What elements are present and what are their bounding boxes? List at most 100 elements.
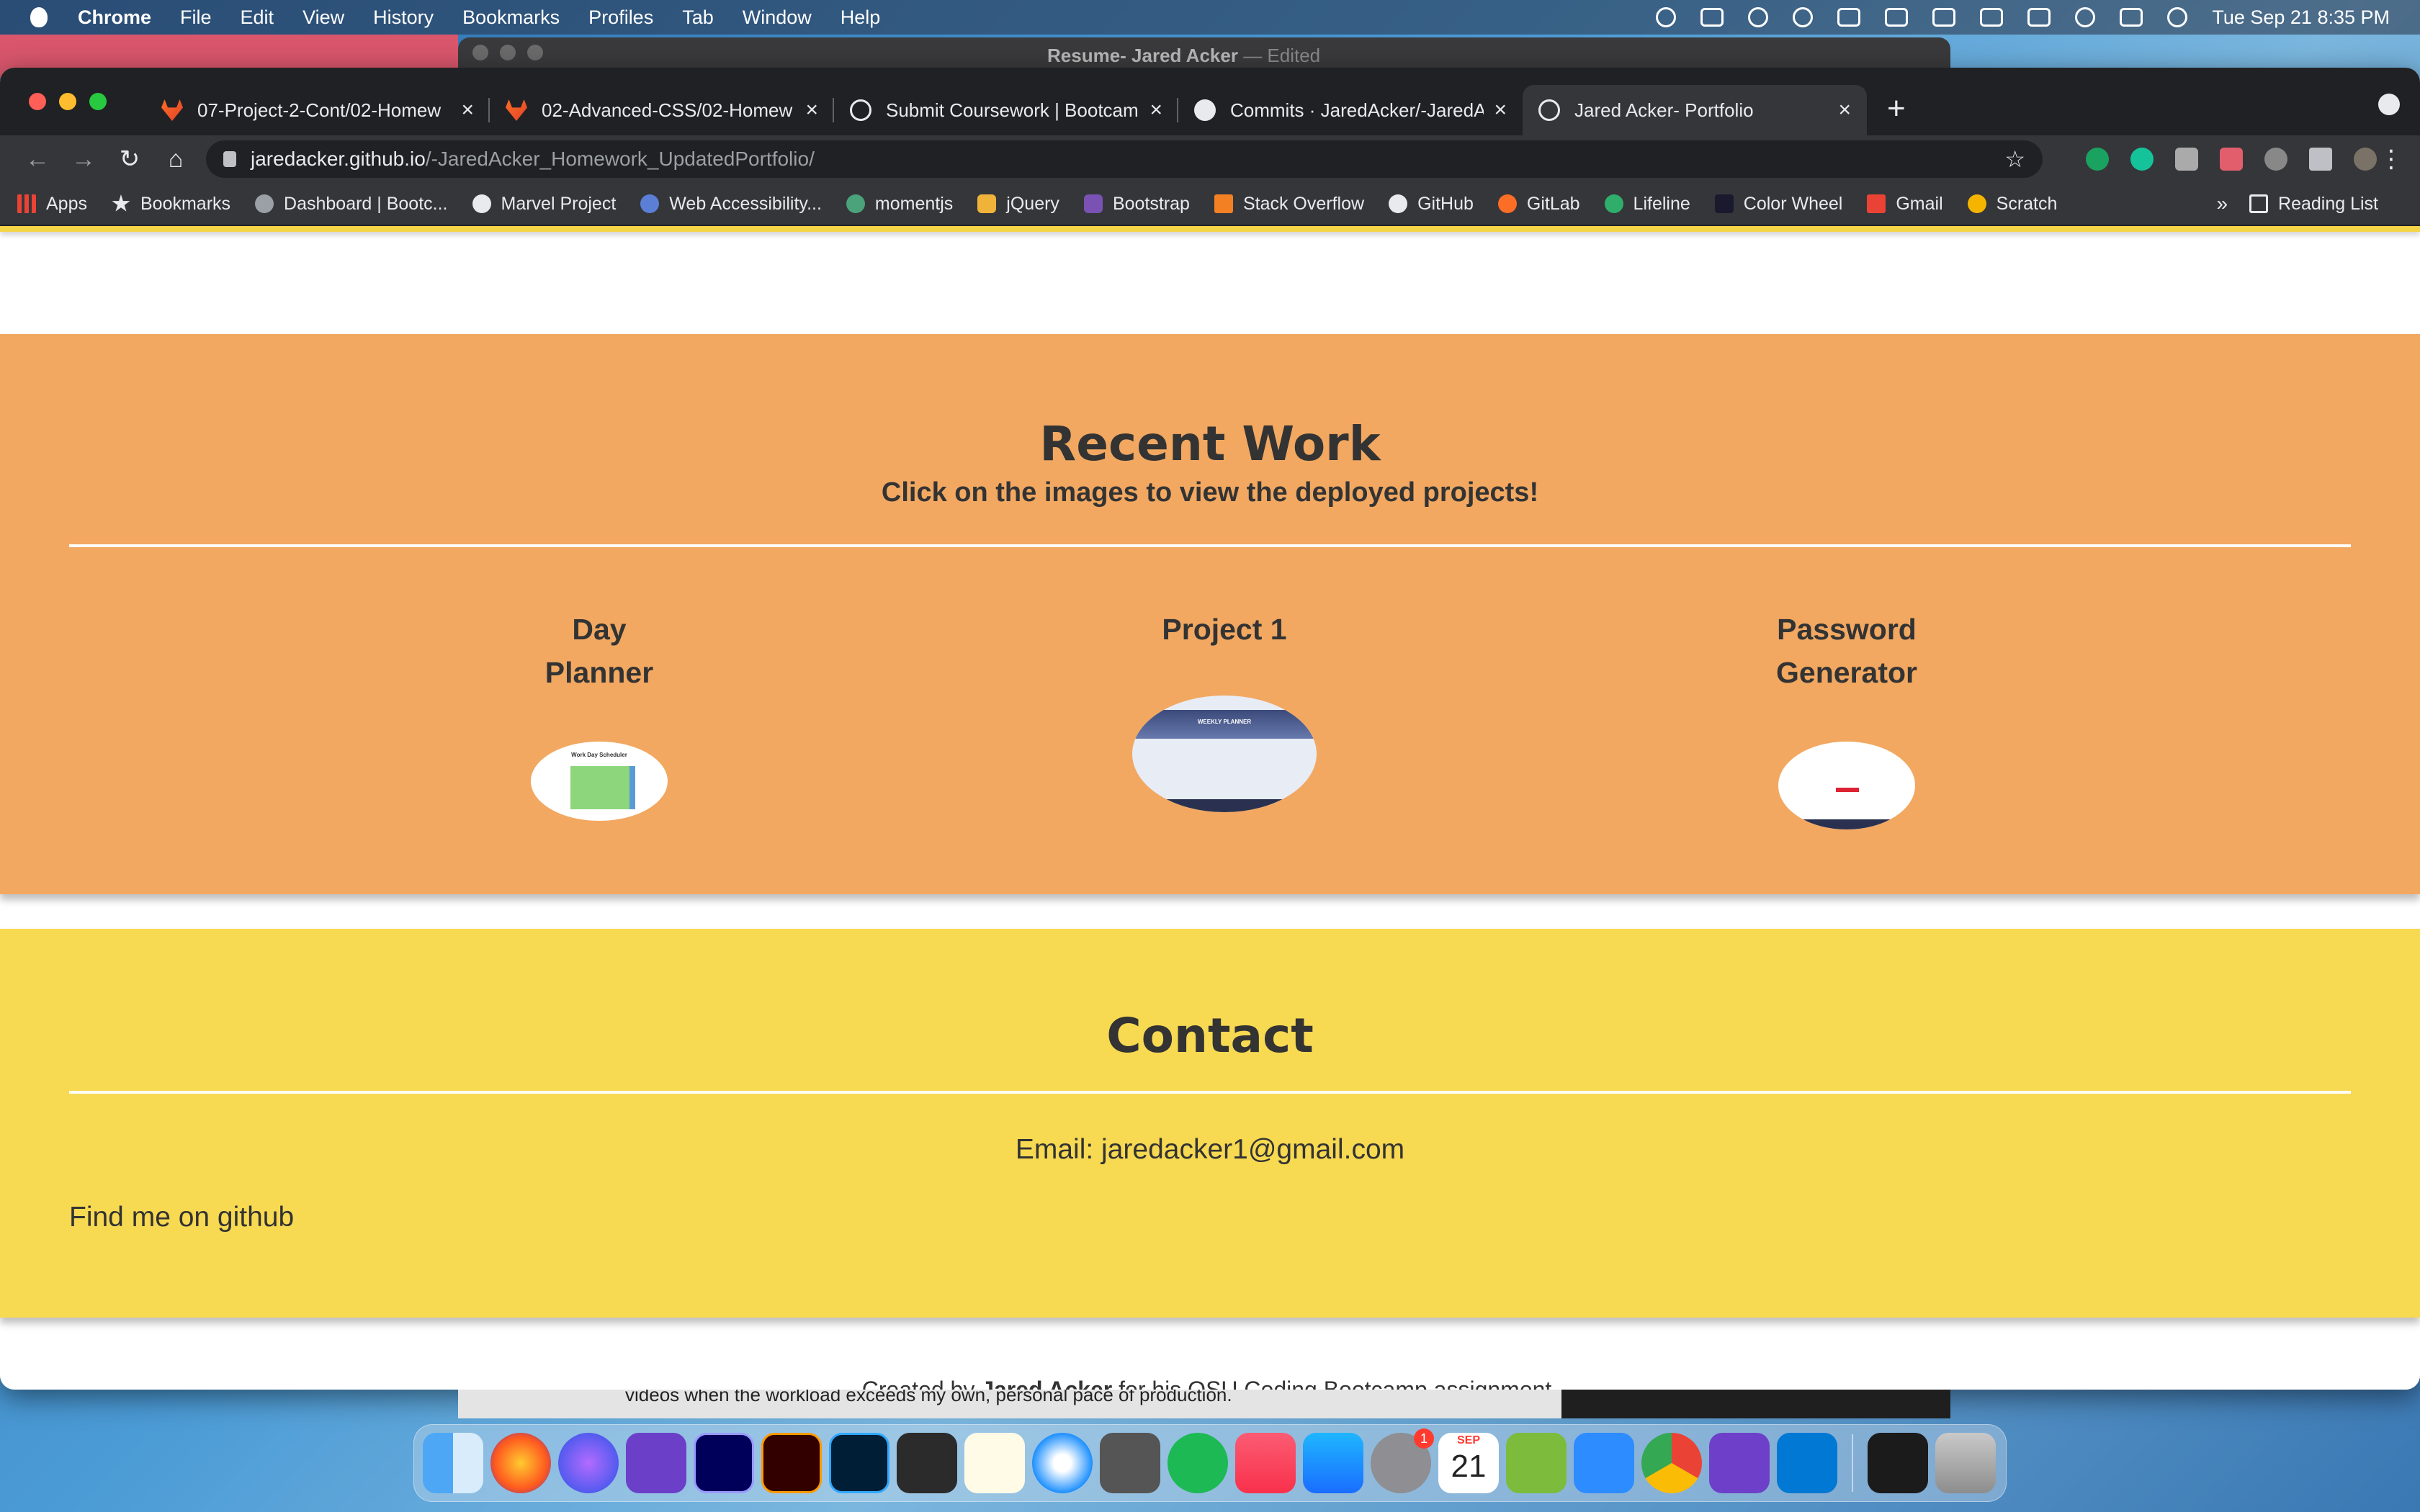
- browser-tab-active[interactable]: Jared Acker- Portfolio ×: [1523, 85, 1867, 135]
- bookmark-folder[interactable]: Bookmarks: [112, 194, 230, 215]
- zoom-icon[interactable]: [1574, 1433, 1634, 1493]
- illustrator-icon[interactable]: [761, 1433, 822, 1493]
- day-planner-thumbnail-link[interactable]: Work Day Scheduler: [531, 742, 668, 821]
- chrome-menu-icon[interactable]: ⋮: [2377, 145, 2406, 174]
- minimize-window-button[interactable]: [59, 93, 76, 110]
- bookmark-item[interactable]: Web Accessibility...: [640, 194, 822, 215]
- wave-extension-icon[interactable]: [2264, 148, 2287, 171]
- spotlight-search-icon[interactable]: [2075, 7, 2096, 27]
- menu-history[interactable]: History: [373, 6, 434, 29]
- github-desktop-icon[interactable]: [1709, 1433, 1770, 1493]
- app-store-icon[interactable]: [1303, 1433, 1363, 1493]
- extension-red-icon[interactable]: [2220, 148, 2243, 171]
- vscode-icon[interactable]: [1777, 1433, 1837, 1493]
- battery-icon[interactable]: [1932, 8, 1956, 27]
- reload-icon[interactable]: ↻: [107, 145, 153, 174]
- menu-view[interactable]: View: [302, 6, 344, 29]
- bookmark-item[interactable]: Stack Overflow: [1214, 194, 1364, 215]
- back-arrow-icon[interactable]: ←: [14, 145, 60, 174]
- bookmark-star-icon[interactable]: ☆: [2004, 145, 2025, 173]
- gitlab-icon: [1497, 194, 1517, 213]
- menu-window[interactable]: Window: [743, 6, 812, 29]
- disk-utility-icon[interactable]: [1100, 1433, 1160, 1493]
- menu-edit[interactable]: Edit: [241, 6, 274, 29]
- apple-menu-icon[interactable]: [30, 7, 48, 27]
- video-editor-icon[interactable]: [1506, 1433, 1567, 1493]
- bookmark-item[interactable]: Dashboard | Bootc...: [255, 194, 448, 215]
- control-center-icon[interactable]: [2120, 8, 2143, 27]
- bookmark-item[interactable]: Marvel Project: [472, 194, 616, 215]
- lightroom-icon[interactable]: [829, 1433, 889, 1493]
- close-tab-icon[interactable]: ×: [1150, 98, 1162, 122]
- bookmark-item[interactable]: Color Wheel: [1714, 194, 1842, 215]
- calendar-icon[interactable]: SEP 21: [1438, 1433, 1499, 1493]
- bookmark-item[interactable]: Bootstrap: [1083, 194, 1190, 215]
- app-menu-chrome[interactable]: Chrome: [78, 6, 151, 29]
- bluetooth-icon[interactable]: [1885, 8, 1909, 27]
- siri-icon[interactable]: [2167, 7, 2188, 27]
- wifi-icon[interactable]: [1980, 8, 2004, 27]
- drive-icon[interactable]: [1656, 7, 1677, 27]
- home-icon[interactable]: ⌂: [153, 145, 199, 174]
- contact-section: Contact Email: jaredacker1@gmail.com Fin…: [0, 929, 2420, 1318]
- close-tab-icon[interactable]: ×: [1494, 98, 1507, 122]
- accessibility-icon[interactable]: [1793, 7, 1814, 27]
- bookmark-item[interactable]: Scratch: [1967, 194, 2057, 215]
- trash-icon[interactable]: [1935, 1433, 1996, 1493]
- premiere-pro-icon[interactable]: [694, 1433, 754, 1493]
- lock-icon[interactable]: [223, 151, 236, 167]
- password-generator-thumbnail-link[interactable]: [1778, 742, 1915, 829]
- more-bookmarks-button[interactable]: »: [2216, 192, 2228, 215]
- browser-tab[interactable]: 02-Advanced-CSS/02-Homew ×: [490, 85, 834, 135]
- firefox-icon[interactable]: [490, 1433, 551, 1493]
- menu-help[interactable]: Help: [841, 6, 881, 29]
- close-tab-icon[interactable]: ×: [1838, 98, 1851, 122]
- grammarly-icon[interactable]: [2130, 148, 2154, 171]
- project-1-thumbnail-link[interactable]: WEEKLY PLANNER: [1132, 696, 1317, 812]
- extensions-puzzle-icon[interactable]: [2309, 148, 2332, 171]
- bookmark-apps[interactable]: Apps: [17, 194, 87, 215]
- bookmark-item[interactable]: GitHub: [1389, 194, 1474, 215]
- bookmark-item[interactable]: Gmail: [1867, 194, 1943, 215]
- finder-icon[interactable]: [423, 1433, 483, 1493]
- new-tab-button[interactable]: +: [1887, 91, 1906, 127]
- affinity-photo-icon[interactable]: [626, 1433, 686, 1493]
- menu-file[interactable]: File: [180, 6, 212, 29]
- chrome-icon[interactable]: [1641, 1433, 1702, 1493]
- menu-tab[interactable]: Tab: [682, 6, 714, 29]
- play-icon[interactable]: [1748, 7, 1769, 27]
- forward-arrow-icon[interactable]: →: [60, 145, 107, 174]
- browser-tab[interactable]: 07-Project-2-Cont/02-Homew ×: [145, 85, 490, 135]
- spotify-icon[interactable]: [1168, 1433, 1228, 1493]
- siri-icon[interactable]: [558, 1433, 619, 1493]
- menu-bookmarks[interactable]: Bookmarks: [462, 6, 560, 29]
- menu-profiles[interactable]: Profiles: [588, 6, 653, 29]
- minimized-window-thumbnail[interactable]: [1868, 1433, 1928, 1493]
- bookmark-item[interactable]: jQuery: [977, 194, 1059, 215]
- close-tab-icon[interactable]: ×: [461, 98, 474, 122]
- volume-icon[interactable]: [1837, 8, 1861, 27]
- pages-icon[interactable]: [964, 1433, 1025, 1493]
- bookmark-item[interactable]: Lifeline: [1604, 194, 1690, 215]
- close-window-button[interactable]: [29, 93, 46, 110]
- close-tab-icon[interactable]: ×: [805, 98, 818, 122]
- extension-green-icon[interactable]: [2086, 148, 2109, 171]
- browser-tab[interactable]: Commits · JaredAcker/-JaredA ×: [1178, 85, 1523, 135]
- github-link[interactable]: Find me on github: [69, 1202, 2420, 1233]
- address-bar[interactable]: jaredacker.github.io/-JaredAcker_Homewor…: [206, 140, 2043, 178]
- profile-avatar[interactable]: [2354, 148, 2377, 171]
- bookmark-item[interactable]: momentjs: [846, 194, 953, 215]
- system-preferences-icon[interactable]: 1: [1371, 1428, 1434, 1493]
- safari-icon[interactable]: [1032, 1433, 1093, 1493]
- browser-tab[interactable]: Submit Coursework | Bootcamp ×: [834, 85, 1178, 135]
- keyboard-icon[interactable]: [2027, 8, 2051, 27]
- tab-search-icon[interactable]: [2378, 94, 2400, 115]
- reading-list-button[interactable]: Reading List: [2249, 194, 2378, 215]
- menubar-clock[interactable]: Tue Sep 21 8:35 PM: [2212, 6, 2390, 29]
- bookmark-item[interactable]: GitLab: [1497, 194, 1580, 215]
- zoom-window-button[interactable]: [89, 93, 107, 110]
- music-icon[interactable]: [1235, 1433, 1296, 1493]
- extension-gray-icon[interactable]: [2175, 148, 2198, 171]
- wd-drive-icon[interactable]: [1700, 8, 1724, 27]
- davinci-resolve-icon[interactable]: [897, 1433, 957, 1493]
